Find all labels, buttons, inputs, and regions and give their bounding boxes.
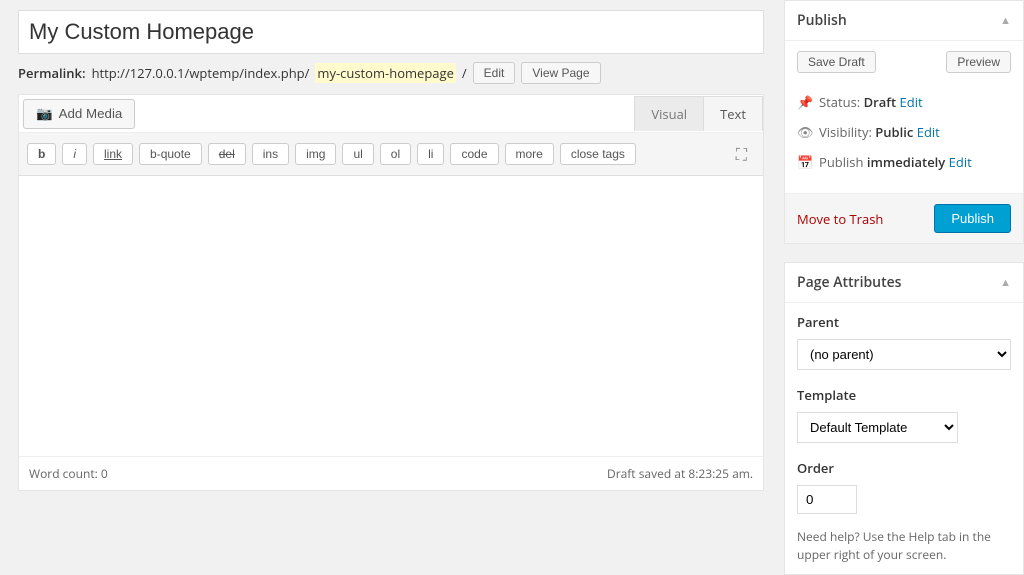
editor-textarea[interactable] <box>19 176 763 456</box>
tb-b[interactable]: b <box>27 143 56 165</box>
tb-link[interactable]: link <box>93 143 133 165</box>
pin-icon: 📌 <box>797 93 813 111</box>
editor-toolbar: b i link b-quote del ins img ul ol li co… <box>19 133 763 176</box>
tb-li[interactable]: li <box>417 143 444 165</box>
edit-publish-link[interactable]: Edit <box>949 153 972 171</box>
parent-select[interactable]: (no parent) <box>797 339 1011 370</box>
visibility-line: Visibility: Public Edit <box>819 123 1011 141</box>
add-media-label: Add Media <box>59 106 123 121</box>
tb-closetags[interactable]: close tags <box>560 143 636 165</box>
tb-code[interactable]: code <box>450 143 498 165</box>
publish-panel: Publish ▲ Save Draft Preview 📌 Status: D… <box>784 0 1024 244</box>
add-media-button[interactable]: 📷 Add Media <box>23 99 135 129</box>
order-input[interactable] <box>797 485 857 514</box>
template-label: Template <box>797 386 1011 404</box>
publish-title: Publish <box>797 11 847 30</box>
permalink-base: http://127.0.0.1/wptemp/index.php/ <box>92 64 310 82</box>
edit-status-link[interactable]: Edit <box>900 93 923 111</box>
permalink-label: Permalink: <box>18 64 86 82</box>
publish-panel-toggle[interactable]: Publish ▲ <box>785 1 1023 41</box>
help-text: Need help? Use the Help tab in the upper… <box>797 528 1011 564</box>
publish-time-line: Publish immediately Edit <box>819 153 1011 171</box>
tb-ol[interactable]: ol <box>380 143 411 165</box>
parent-label: Parent <box>797 313 1011 331</box>
edit-permalink-button[interactable]: Edit <box>473 62 516 84</box>
permalink-slug[interactable]: my-custom-homepage <box>315 63 455 83</box>
attributes-panel-toggle[interactable]: Page Attributes ▲ <box>785 263 1023 303</box>
chevron-up-icon: ▲ <box>1000 13 1011 28</box>
tb-ul[interactable]: ul <box>342 143 373 165</box>
tb-i[interactable]: i <box>62 143 87 165</box>
view-page-button[interactable]: View Page <box>521 62 600 84</box>
preview-button[interactable]: Preview <box>946 51 1011 73</box>
page-title-input[interactable] <box>18 10 764 54</box>
tb-bquote[interactable]: b-quote <box>139 143 202 165</box>
tb-del[interactable]: del <box>208 143 246 165</box>
status-line: Status: Draft Edit <box>819 93 1011 111</box>
edit-visibility-link[interactable]: Edit <box>917 123 940 141</box>
media-icon: 📷 <box>36 106 53 122</box>
permalink-trail: / <box>462 64 467 82</box>
tab-text[interactable]: Text <box>703 96 763 131</box>
template-select[interactable]: Default Template <box>797 412 958 443</box>
calendar-icon: 📅 <box>797 153 813 171</box>
chevron-up-icon: ▲ <box>1000 275 1011 290</box>
tb-ins[interactable]: ins <box>252 143 289 165</box>
permalink-row: Permalink: http://127.0.0.1/wptemp/index… <box>18 54 764 94</box>
tb-img[interactable]: img <box>295 143 336 165</box>
order-label: Order <box>797 459 1011 477</box>
move-to-trash-link[interactable]: Move to Trash <box>797 210 883 228</box>
word-count: Word count: 0 <box>29 465 108 482</box>
attributes-title: Page Attributes <box>797 273 902 292</box>
draft-saved: Draft saved at 8:23:25 am. <box>607 465 753 482</box>
publish-button[interactable]: Publish <box>934 204 1011 233</box>
eye-icon: 👁 <box>797 123 813 141</box>
tab-visual[interactable]: Visual <box>634 96 703 131</box>
save-draft-button[interactable]: Save Draft <box>797 51 876 73</box>
page-attributes-panel: Page Attributes ▲ Parent (no parent) Tem… <box>784 262 1024 575</box>
tb-more[interactable]: more <box>505 143 554 165</box>
fullscreen-icon[interactable]: ⛶ <box>728 139 755 169</box>
editor-area: 📷 Add Media Visual Text b i link b-quote… <box>18 94 764 491</box>
